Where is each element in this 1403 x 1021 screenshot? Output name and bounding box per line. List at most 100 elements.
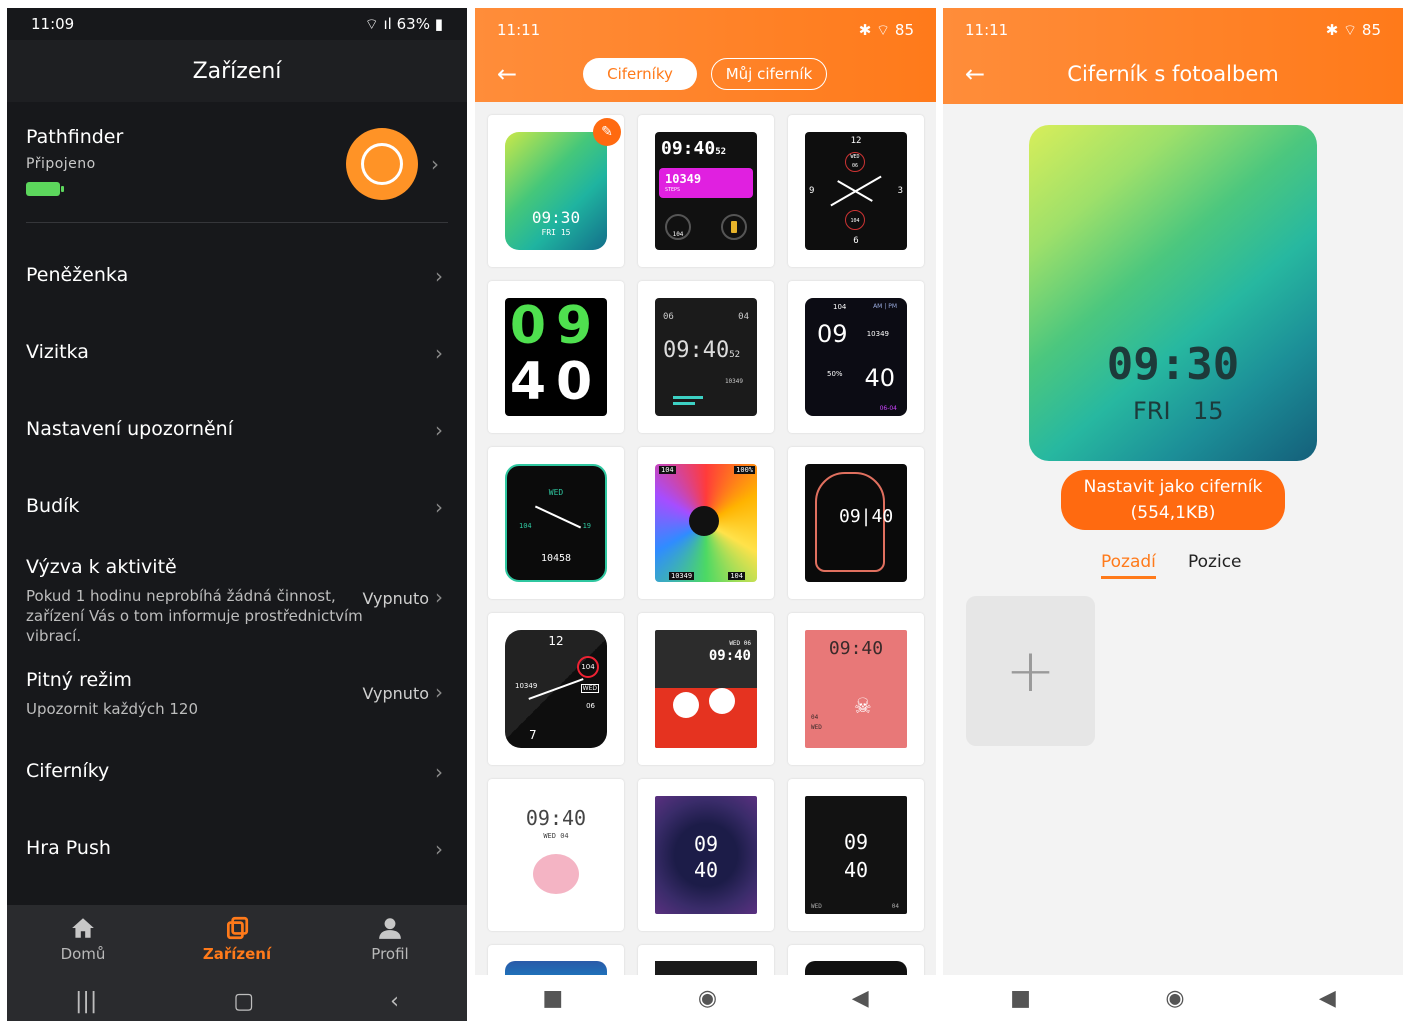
watch-face-tile[interactable]: 09:30 FRI 15 ✎ xyxy=(488,115,624,267)
watch-face-tile[interactable]: 09 40 xyxy=(638,779,774,931)
device-icon xyxy=(226,916,249,940)
chevron-right-icon: › xyxy=(435,760,443,784)
chevron-right-icon: › xyxy=(435,418,443,442)
watch-face-preview: 09:40 WED 04 xyxy=(505,796,607,914)
watch-face-preview: WED 104 19 10458 xyxy=(505,464,607,582)
bottom-tab-bar: Domů Zařízení Profil ||| ▢ ‹ xyxy=(7,905,467,1021)
recents-square-icon[interactable]: ■ xyxy=(1010,986,1031,1011)
status-bar: 11:11 ✱ ⌔ 85 xyxy=(943,8,1403,52)
home-button-icon[interactable]: ▢ xyxy=(233,989,254,1014)
watch-face-tile[interactable]: 104 100% 10349 104 xyxy=(638,447,774,599)
chevron-right-icon: › xyxy=(435,837,443,861)
recents-icon[interactable]: ||| xyxy=(75,989,97,1014)
edit-pencil-icon[interactable]: ✎ xyxy=(593,118,621,146)
menu-item-notification-settings[interactable]: Nastavení upozornění › xyxy=(7,418,467,442)
status-battery: ⌔ ıl 63% ▮ xyxy=(364,14,443,33)
watch-faces-screen: 11:11 ✱ ⌔ 85 ← Ciferníky Můj ciferník 09… xyxy=(475,8,936,1021)
watch-face-preview: 06 04 09:4052 10349 xyxy=(655,298,757,416)
menu-label: Budík xyxy=(26,495,80,517)
watch-face-tile[interactable]: 09:40 WED 04 xyxy=(488,779,624,931)
status-icons: ✱ ⌔ 85 xyxy=(1325,20,1381,39)
back-arrow-icon[interactable]: ← xyxy=(497,60,517,88)
menu-label: Hra Push xyxy=(26,837,111,859)
menu-description: Pokud 1 hodinu neprobíhá žádná činnost, … xyxy=(26,587,363,645)
chevron-right-icon: › xyxy=(435,495,443,519)
device-screen: 11:09 ⌔ ıl 63% ▮ Zařízení Pathfinder Při… xyxy=(7,8,467,1021)
watch-face-preview: 104 100% 10349 104 xyxy=(655,464,757,582)
chevron-right-icon: › xyxy=(435,585,443,609)
menu-item-wallet[interactable]: Peněženka › xyxy=(7,264,467,288)
back-icon[interactable]: ‹ xyxy=(390,989,399,1014)
menu-item-alarm[interactable]: Budík › xyxy=(7,495,467,519)
menu-label: Ciferníky xyxy=(26,760,110,782)
watch-face-tile[interactable]: WED 06 09:40 xyxy=(638,613,774,765)
status-icons: ✱ ⌔ 85 xyxy=(858,20,914,39)
watch-face-tile[interactable]: 09 40 xyxy=(488,281,624,433)
system-nav: ||| ▢ ‹ xyxy=(7,989,467,1014)
menu-item-activity-reminder[interactable]: Výzva k aktivitě Pokud 1 hodinu neprobíh… xyxy=(7,556,467,646)
set-as-watch-face-button[interactable]: Nastavit jako ciferník (554,1KB) xyxy=(1061,470,1285,530)
watch-face-preview: 09:4052 10349 STEPS 104 xyxy=(655,132,757,250)
tab-home[interactable]: Domů xyxy=(33,915,133,963)
preview-day: FRI xyxy=(1133,397,1171,425)
watch-face-tile[interactable]: 104 AM | PM 09 10349 50% 40 06-04 xyxy=(788,281,924,433)
watch-face-tile[interactable]: 06 04 09:4052 10349 xyxy=(638,281,774,433)
watch-face-preview: 09 40 WED 04 xyxy=(805,796,907,914)
tab-position[interactable]: Pozice xyxy=(1188,552,1242,572)
menu-label: Peněženka xyxy=(26,264,129,286)
preview-date: 15 xyxy=(1193,397,1224,425)
battery-icon xyxy=(721,214,747,240)
system-nav: ■ ◉ ◀ xyxy=(943,975,1403,1021)
device-card[interactable]: Pathfinder Připojeno › xyxy=(7,102,467,222)
battery-level-icon xyxy=(26,182,64,196)
back-triangle-icon[interactable]: ◀ xyxy=(1319,986,1336,1011)
watch-face-preview: 09:30 FRI 15 xyxy=(505,132,607,250)
page-title: Ciferník s fotoalbem xyxy=(1067,62,1279,86)
button-label: Nastavit jako ciferník xyxy=(1083,477,1263,497)
recents-square-icon[interactable]: ■ xyxy=(542,986,563,1011)
file-size-label: (554,1KB) xyxy=(1130,503,1216,523)
watch-face-preview: WED 06 09:40 xyxy=(655,630,757,748)
back-triangle-icon[interactable]: ◀ xyxy=(852,986,869,1011)
watch-face-preview: 09|40 xyxy=(805,464,907,582)
header: 11:11 ✱ ⌔ 85 ← Ciferník s fotoalbem xyxy=(943,8,1403,104)
menu-item-business-card[interactable]: Vizitka › xyxy=(7,341,467,365)
menu-item-push-game[interactable]: Hra Push › xyxy=(7,837,467,861)
watch-face-tile[interactable]: 12 9 3 6 WED 06 104 xyxy=(788,115,924,267)
chevron-right-icon: › xyxy=(431,152,439,176)
watch-face-preview: 09 40 xyxy=(505,298,607,416)
watch-face-preview: 12 9 3 6 WED 06 104 xyxy=(805,132,907,250)
plus-icon: + xyxy=(1005,636,1056,706)
menu-label: Nastavení upozornění xyxy=(26,418,233,440)
divider xyxy=(26,222,448,223)
tab-watch-faces[interactable]: Ciferníky xyxy=(583,58,697,90)
watch-face-tile[interactable]: 12 104 10349 WED 06 7 xyxy=(488,613,624,765)
tab-profile[interactable]: Profil xyxy=(340,915,440,963)
watch-face-tile[interactable]: 09:4052 10349 STEPS 104 xyxy=(638,115,774,267)
watch-icon xyxy=(346,128,418,200)
chevron-right-icon: › xyxy=(435,264,443,288)
menu-value: Vypnuto xyxy=(362,684,429,703)
watch-face-preview: 09:40 04 WED ☠ xyxy=(805,630,907,748)
watch-face-tile[interactable]: 09:40 04 WED ☠ xyxy=(788,613,924,765)
watch-face-tile[interactable]: 09|40 xyxy=(788,447,924,599)
home-circle-icon[interactable]: ◉ xyxy=(698,986,717,1011)
skeleton-icon: ☠ xyxy=(855,690,871,720)
home-circle-icon[interactable]: ◉ xyxy=(1165,986,1184,1011)
menu-label: Výzva k aktivitě xyxy=(26,556,177,578)
watch-face-preview: 09 40 xyxy=(655,796,757,914)
tab-device[interactable]: Zařízení xyxy=(187,915,287,963)
menu-item-watch-faces[interactable]: Ciferníky › xyxy=(7,760,467,784)
menu-item-drinking-mode[interactable]: Pitný režim Upozornit každých 120 Vypnut… xyxy=(7,669,467,719)
add-photo-button[interactable]: + xyxy=(966,596,1095,746)
tab-background[interactable]: Pozadí xyxy=(1101,552,1156,579)
status-time: 11:11 xyxy=(965,21,1009,39)
photo-album-face-screen: 11:11 ✱ ⌔ 85 ← Ciferník s fotoalbem 09:3… xyxy=(943,8,1403,1021)
status-bar: 11:09 ⌔ ıl 63% ▮ xyxy=(7,8,467,40)
watch-face-tile[interactable]: 09 40 WED 04 xyxy=(788,779,924,931)
battery-icon: ▮ xyxy=(429,14,443,33)
watch-face-tile[interactable]: WED 104 19 10458 xyxy=(488,447,624,599)
tab-my-watch-face[interactable]: Můj ciferník xyxy=(711,58,827,90)
status-time: 11:09 xyxy=(31,15,75,33)
preview-time: 09:30 xyxy=(1106,339,1240,390)
